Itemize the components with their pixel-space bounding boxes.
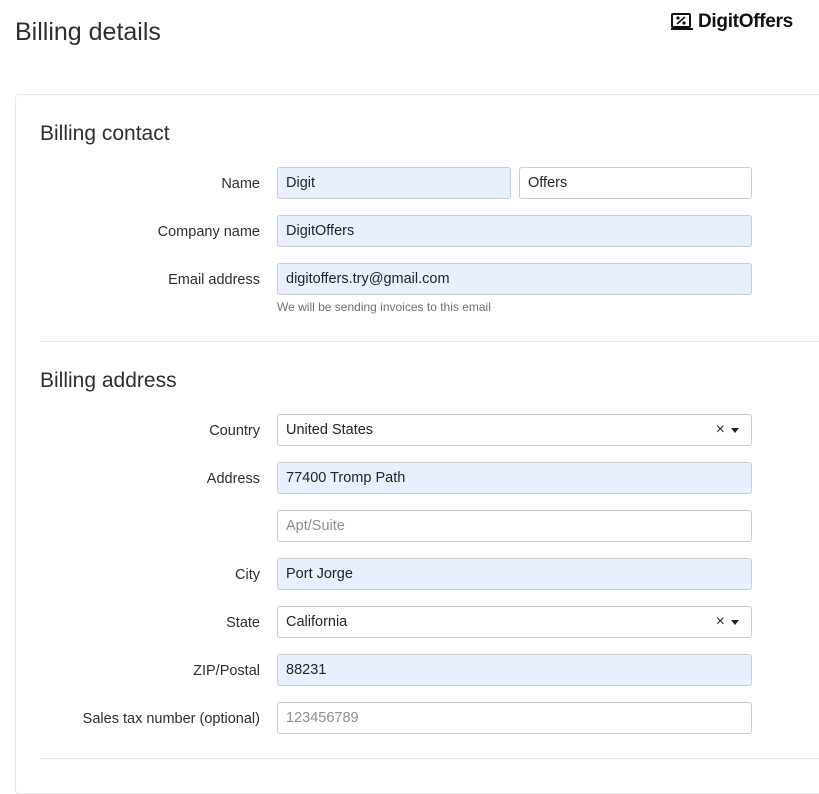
section-divider [40, 758, 819, 759]
country-label: Country [209, 423, 260, 439]
section-divider [40, 341, 819, 342]
address-label: Address [206, 471, 260, 487]
country-value: United States [286, 422, 374, 438]
chevron-down-icon[interactable] [731, 428, 739, 433]
last-name-input[interactable] [519, 167, 752, 199]
name-label: Name [221, 176, 260, 192]
zip-label: ZIP/Postal [193, 663, 260, 679]
chevron-down-icon[interactable] [731, 620, 739, 625]
sales-tax-label: Sales tax number (optional) [82, 711, 260, 727]
state-select[interactable]: California × [277, 606, 752, 638]
email-hint: We will be sending invoices to this emai… [277, 300, 491, 314]
percent-tag-icon [670, 12, 694, 32]
brand-logo[interactable]: DigitOffers [670, 11, 793, 33]
clear-icon[interactable]: × [716, 415, 725, 445]
sales-tax-input[interactable] [277, 702, 752, 734]
city-input[interactable] [277, 558, 752, 590]
clear-icon[interactable]: × [716, 607, 725, 637]
billing-address-title: Billing address [40, 369, 177, 392]
zip-input[interactable] [277, 654, 752, 686]
email-input[interactable] [277, 263, 752, 295]
company-name-input[interactable] [277, 215, 752, 247]
apt-suite-input[interactable] [277, 510, 752, 542]
state-label: State [226, 615, 260, 631]
brand-name: DigitOffers [698, 11, 793, 32]
country-select[interactable]: United States × [277, 414, 752, 446]
state-value: California [286, 614, 348, 630]
email-label: Email address [168, 272, 260, 288]
city-label: City [235, 567, 260, 583]
billing-contact-title: Billing contact [40, 122, 170, 145]
page-title: Billing details [15, 18, 161, 46]
address-input[interactable] [277, 462, 752, 494]
first-name-input[interactable] [277, 167, 511, 199]
company-name-label: Company name [157, 224, 260, 240]
